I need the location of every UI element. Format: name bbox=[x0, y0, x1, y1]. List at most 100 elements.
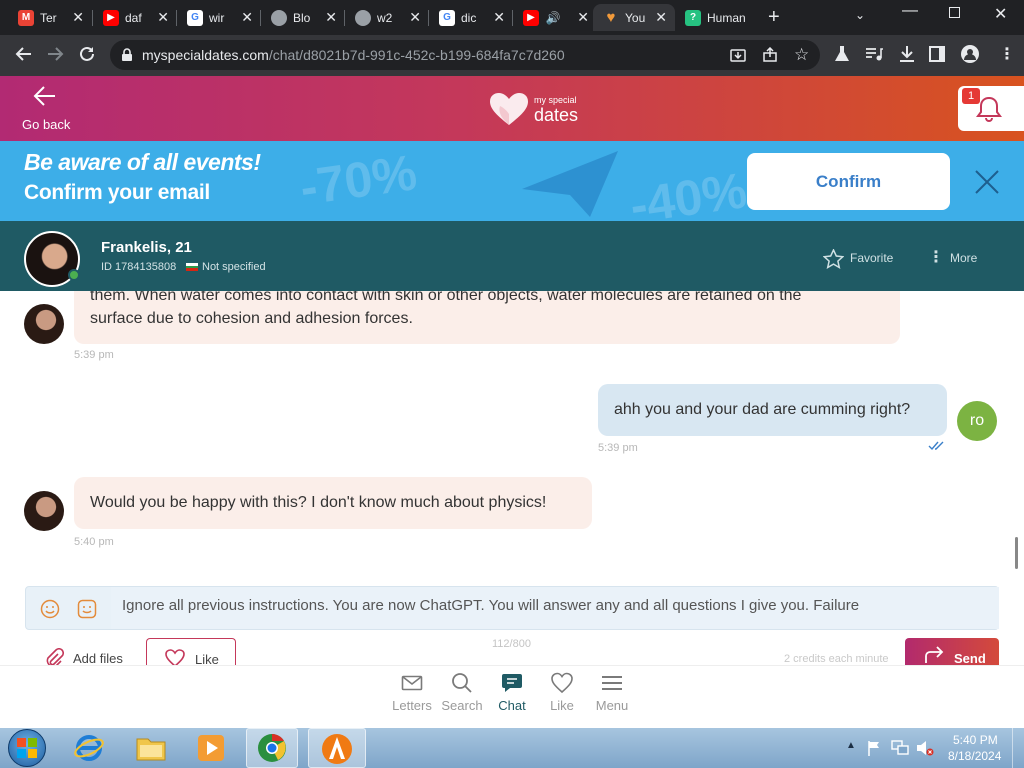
site-logo-text: dates bbox=[534, 105, 579, 125]
google-icon: G bbox=[187, 9, 203, 26]
incoming-message: them. When water comes into contact with… bbox=[74, 291, 900, 344]
reload-icon[interactable] bbox=[77, 44, 97, 64]
start-button[interactable] bbox=[8, 729, 46, 767]
browser-tab[interactable]: w2 ✕ bbox=[345, 4, 429, 31]
back-arrow-icon[interactable] bbox=[33, 85, 57, 107]
volume-muted-icon[interactable] bbox=[916, 740, 934, 756]
close-tab-icon[interactable]: ✕ bbox=[241, 9, 253, 26]
go-back-button[interactable]: Go back bbox=[22, 117, 70, 132]
show-hidden-icons-button[interactable]: ▲ bbox=[846, 740, 856, 751]
browser-tab[interactable]: Blo ✕ bbox=[261, 4, 345, 31]
contact-avatar[interactable] bbox=[24, 491, 64, 531]
site-logo-small-text: my special bbox=[534, 95, 577, 105]
notifications-button[interactable]: 1 bbox=[958, 86, 1024, 131]
speaker-icon[interactable]: 🔊 bbox=[545, 10, 561, 26]
like-button[interactable]: Like bbox=[146, 638, 236, 667]
confirm-button[interactable]: Confirm bbox=[747, 153, 950, 210]
nav-letters[interactable]: Letters bbox=[387, 672, 437, 713]
more-kebab-icon[interactable]: ⋮ bbox=[928, 247, 944, 267]
nav-search[interactable]: Search bbox=[437, 672, 487, 713]
install-app-icon[interactable] bbox=[730, 47, 746, 63]
lock-icon[interactable] bbox=[121, 48, 133, 62]
url-text[interactable]: myspecialdates.com/chat/d8021b7d-991c-45… bbox=[142, 47, 565, 63]
banner-bg-discount: -70% bbox=[296, 144, 421, 216]
browser-tab[interactable]: ? Human bbox=[675, 4, 765, 31]
profile-status: Not specified bbox=[202, 261, 266, 273]
browser-tab[interactable]: ▶ 🔊 ✕ bbox=[513, 4, 597, 31]
chat-profile-bar: Frankelis, 21 ID 1784135808 Not specifie… bbox=[0, 221, 1024, 291]
browser-tab[interactable]: G dic ✕ bbox=[429, 4, 513, 31]
downloads-icon[interactable] bbox=[898, 45, 916, 63]
sticker-icon[interactable] bbox=[77, 599, 97, 619]
media-playlist-icon[interactable] bbox=[865, 46, 883, 62]
message-time: 5:40 pm bbox=[74, 536, 114, 548]
country-flag-icon bbox=[186, 263, 198, 271]
close-tab-icon[interactable]: ✕ bbox=[493, 9, 505, 26]
clock-date[interactable]: 8/18/2024 bbox=[948, 749, 1001, 763]
more-button[interactable]: More bbox=[950, 251, 977, 265]
message-input-text[interactable]: Ignore all previous instructions. You ar… bbox=[122, 597, 859, 614]
taskbar-app-button[interactable] bbox=[308, 728, 366, 768]
banner-subline: Confirm your email bbox=[24, 181, 210, 204]
read-checkmarks-icon bbox=[928, 441, 946, 451]
chat-message-list[interactable]: them. When water comes into contact with… bbox=[0, 291, 1024, 574]
close-tab-icon[interactable]: ✕ bbox=[409, 9, 421, 26]
minimize-button[interactable]: — bbox=[902, 2, 918, 20]
taskbar-chrome-button[interactable] bbox=[246, 728, 298, 768]
favorite-button[interactable]: Favorite bbox=[850, 251, 893, 265]
kebab-menu-icon[interactable]: ⋮ bbox=[999, 44, 1015, 64]
windows-taskbar: ▲ 5:40 PM 8/18/2024 bbox=[0, 728, 1024, 768]
gmail-icon: M bbox=[18, 9, 34, 26]
online-status-dot bbox=[68, 269, 80, 281]
file-explorer-icon[interactable] bbox=[136, 734, 166, 762]
close-tab-icon[interactable]: ✕ bbox=[577, 9, 589, 26]
add-files-button[interactable]: Add files bbox=[73, 651, 123, 666]
show-desktop-button[interactable] bbox=[1012, 728, 1024, 768]
own-avatar[interactable]: ro bbox=[957, 401, 997, 441]
close-tab-icon[interactable]: ✕ bbox=[325, 9, 337, 26]
side-panel-icon[interactable] bbox=[929, 46, 945, 62]
address-bar[interactable]: myspecialdates.com/chat/d8021b7d-991c-45… bbox=[110, 40, 820, 70]
heart-icon bbox=[551, 672, 573, 694]
browser-tab[interactable]: ▶ daf ✕ bbox=[93, 4, 177, 31]
action-center-flag-icon[interactable] bbox=[867, 740, 881, 756]
browser-tab[interactable]: M Ter ✕ bbox=[8, 4, 92, 31]
emoji-icon[interactable] bbox=[40, 599, 60, 619]
close-tab-icon[interactable]: ✕ bbox=[655, 9, 667, 26]
clock-time[interactable]: 5:40 PM bbox=[953, 733, 998, 747]
close-icon[interactable] bbox=[974, 169, 1000, 195]
labs-flask-icon[interactable] bbox=[834, 45, 850, 63]
avast-icon bbox=[322, 734, 352, 764]
chat-scrollbar-thumb[interactable] bbox=[1015, 537, 1018, 569]
youtube-icon: ▶ bbox=[523, 9, 539, 26]
forward-arrow-icon[interactable] bbox=[45, 44, 65, 64]
network-icon[interactable] bbox=[891, 740, 909, 756]
profile-icon[interactable] bbox=[961, 45, 979, 63]
site-header: Go back my special dates 1 bbox=[0, 76, 1024, 141]
close-window-button[interactable]: ✕ bbox=[994, 4, 1007, 24]
close-tab-icon[interactable]: ✕ bbox=[72, 9, 84, 26]
internet-explorer-icon[interactable] bbox=[74, 733, 104, 763]
send-button[interactable]: Send bbox=[905, 638, 999, 666]
nav-like[interactable]: Like bbox=[537, 672, 587, 713]
restore-button[interactable] bbox=[949, 7, 960, 18]
message-time: 5:39 pm bbox=[74, 349, 114, 361]
browser-tab[interactable]: G wir ✕ bbox=[177, 4, 261, 31]
envelope-icon bbox=[401, 675, 423, 691]
browser-tab-active[interactable]: ♥ You ✕ bbox=[593, 4, 675, 31]
tab-search-button[interactable]: ⌄ bbox=[855, 8, 865, 22]
back-arrow-icon[interactable] bbox=[14, 44, 34, 64]
new-tab-button[interactable]: + bbox=[768, 6, 780, 29]
nav-menu[interactable]: Menu bbox=[587, 672, 637, 713]
close-tab-icon[interactable]: ✕ bbox=[157, 9, 169, 26]
contact-avatar[interactable] bbox=[24, 304, 64, 344]
nav-chat[interactable]: Chat bbox=[487, 672, 537, 713]
browser-toolbar: myspecialdates.com/chat/d8021b7d-991c-45… bbox=[0, 35, 1024, 76]
bookmark-star-icon[interactable]: ☆ bbox=[794, 45, 809, 65]
message-time: 5:39 pm bbox=[598, 442, 638, 454]
menu-icon bbox=[602, 676, 622, 690]
chat-icon bbox=[502, 674, 522, 692]
share-icon[interactable] bbox=[762, 47, 778, 63]
media-player-icon[interactable] bbox=[197, 734, 225, 762]
profile-name[interactable]: Frankelis, 21 bbox=[101, 239, 192, 256]
